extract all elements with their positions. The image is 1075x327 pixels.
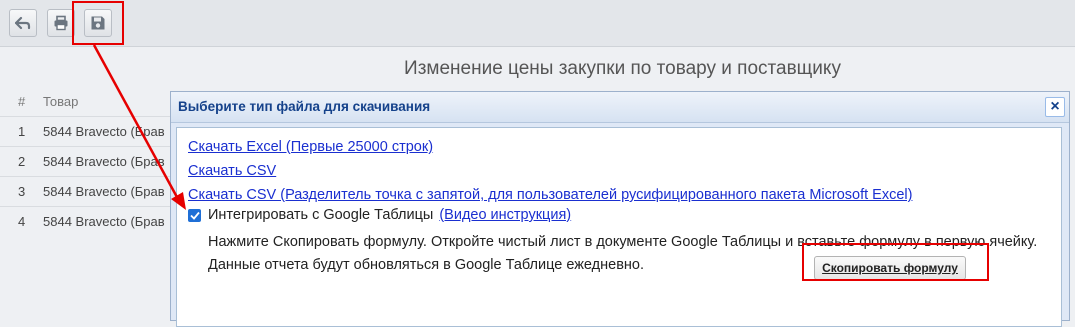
row-product: 5844 Bravecto (Брав xyxy=(43,124,165,139)
save-button-highlight xyxy=(72,1,124,45)
download-excel-link[interactable]: Скачать Excel (Первые 25000 строк) xyxy=(188,139,433,155)
table-row[interactable]: 4 5844 Bravecto (Брав xyxy=(0,206,180,236)
dialog-body: Скачать Excel (Первые 25000 строк) Скача… xyxy=(176,127,1062,327)
print-icon xyxy=(54,15,68,31)
row-number: 3 xyxy=(18,184,26,199)
table-row[interactable]: 3 5844 Bravecto (Брав xyxy=(0,176,180,206)
column-header-number: # xyxy=(18,94,26,109)
page-title: Изменение цены закупки по товару и поста… xyxy=(404,58,841,79)
back-arrow-icon xyxy=(15,16,31,30)
table-row[interactable]: 2 5844 Bravecto (Брав xyxy=(0,146,180,176)
download-csv-semicolon-link[interactable]: Скачать CSV (Разделитель точка с запятой… xyxy=(188,187,912,203)
google-sheets-option: Интегрировать с Google Таблицы (Видео ин… xyxy=(188,207,571,223)
row-number: 2 xyxy=(18,154,26,169)
row-number: 1 xyxy=(18,124,26,139)
column-header-product: Товар xyxy=(43,94,79,109)
copy-button-highlight xyxy=(802,243,989,281)
google-sheets-checkbox[interactable] xyxy=(188,208,201,222)
products-table: # Товар 1 5844 Bravecto (Брав 2 5844 Bra… xyxy=(0,88,180,236)
row-product: 5844 Bravecto (Брав xyxy=(43,184,165,199)
close-icon[interactable]: × xyxy=(1045,97,1065,117)
google-sheets-label[interactable]: Интегрировать с Google Таблицы xyxy=(208,207,433,223)
dialog-title: Выберите тип файла для скачивания xyxy=(178,99,431,114)
toolbar xyxy=(0,0,1075,47)
back-button[interactable] xyxy=(9,9,37,37)
download-dialog: Выберите тип файла для скачивания × Скач… xyxy=(170,91,1070,327)
row-product: 5844 Bravecto (Брав xyxy=(43,154,165,169)
row-product: 5844 Bravecto (Брав xyxy=(43,214,165,229)
print-button[interactable] xyxy=(47,9,75,37)
download-csv-link[interactable]: Скачать CSV xyxy=(188,163,276,179)
checkmark-icon xyxy=(189,211,200,220)
table-header: # Товар xyxy=(0,88,180,116)
dialog-header[interactable]: Выберите тип файла для скачивания × xyxy=(171,92,1069,123)
video-instruction-link[interactable]: (Видео инструкция) xyxy=(439,207,571,223)
table-row[interactable]: 1 5844 Bravecto (Брав xyxy=(0,116,180,146)
row-number: 4 xyxy=(18,214,26,229)
